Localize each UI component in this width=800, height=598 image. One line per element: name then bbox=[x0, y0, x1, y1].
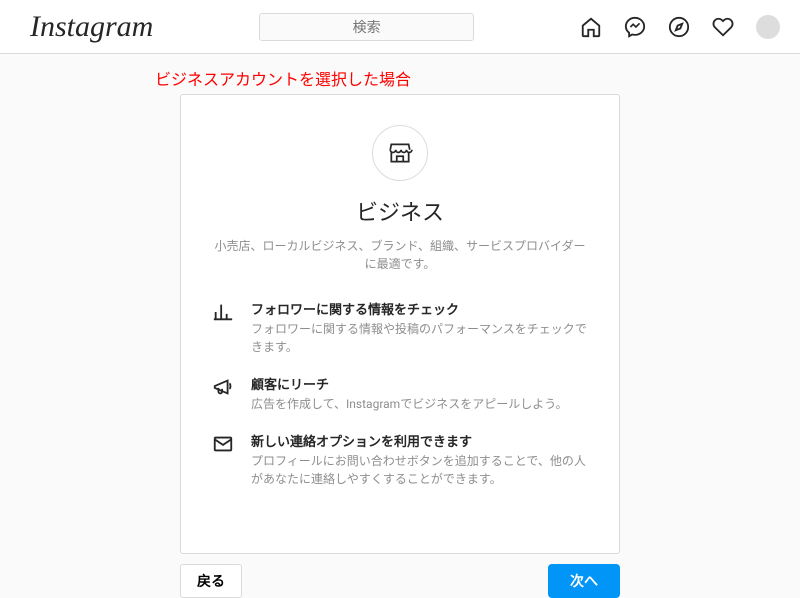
feature-title: フォロワーに関する情報をチェック bbox=[251, 299, 589, 318]
next-button[interactable]: 次へ bbox=[548, 564, 620, 598]
instagram-logo[interactable]: Instagram bbox=[20, 10, 153, 44]
nav-icons bbox=[580, 15, 780, 39]
feature-row: フォロワーに関する情報をチェック フォロワーに関する情報や投稿のパフォーマンスを… bbox=[211, 299, 589, 356]
explore-icon[interactable] bbox=[668, 16, 690, 38]
footer-buttons: 戻る 次へ bbox=[180, 564, 620, 598]
card-title: ビジネス bbox=[211, 195, 589, 227]
card-subtitle: 小売店、ローカルビジネス、ブランド、組織、サービスプロバイダーに最適です。 bbox=[211, 237, 589, 273]
feature-desc: 広告を作成して、Instagramでビジネスをアピールしよう。 bbox=[251, 395, 589, 413]
feature-row: 顧客にリーチ 広告を作成して、Instagramでビジネスをアピールしよう。 bbox=[211, 374, 589, 413]
business-card: ビジネス 小売店、ローカルビジネス、ブランド、組織、サービスプロバイダーに最適で… bbox=[180, 94, 620, 554]
feature-title: 新しい連絡オプションを利用できます bbox=[251, 431, 589, 450]
annotation-text: ビジネスアカウントを選択した場合 bbox=[0, 54, 800, 94]
top-navbar: Instagram bbox=[0, 0, 800, 54]
home-icon[interactable] bbox=[580, 16, 602, 38]
megaphone-icon bbox=[211, 374, 235, 398]
insights-icon bbox=[211, 299, 235, 323]
feature-desc: プロフィールにお問い合わせボタンを追加することで、他の人があなたに連絡しやすくす… bbox=[251, 452, 589, 488]
heart-icon[interactable] bbox=[712, 16, 734, 38]
messenger-icon[interactable] bbox=[624, 16, 646, 38]
back-button[interactable]: 戻る bbox=[180, 564, 242, 598]
envelope-icon bbox=[211, 431, 235, 455]
feature-title: 顧客にリーチ bbox=[251, 374, 589, 393]
feature-row: 新しい連絡オプションを利用できます プロフィールにお問い合わせボタンを追加するこ… bbox=[211, 431, 589, 488]
feature-desc: フォロワーに関する情報や投稿のパフォーマンスをチェックできます。 bbox=[251, 320, 589, 356]
search-container bbox=[259, 13, 474, 41]
avatar[interactable] bbox=[756, 15, 780, 39]
search-input[interactable] bbox=[259, 13, 474, 41]
storefront-icon bbox=[372, 125, 428, 181]
